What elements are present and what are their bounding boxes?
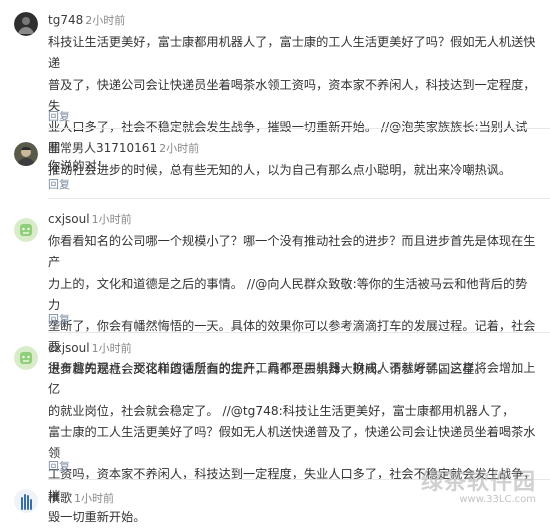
- avatar[interactable]: [14, 218, 38, 242]
- avatar[interactable]: [14, 346, 38, 370]
- comment-line: 富士康的工人生活更美好了吗？假如无人机送快递普及了，快递公司会让快递员坐着喝茶水…: [48, 424, 536, 461]
- username[interactable]: 非常男人31710161: [48, 141, 157, 155]
- timestamp: 2小时前: [159, 142, 200, 155]
- comment-line: 力上的，文化和道德是之后的事情。 //@向人民群众致敬:等你的生活被马云和他背后…: [48, 276, 528, 312]
- reply-button[interactable]: 回复: [48, 311, 70, 327]
- comment-line: 很有趣的观点，那这样的话所有的生产工具都不用机器，换成人不就好了，这样将会增加上…: [48, 361, 536, 397]
- comment-author: cxjsoul 1小时前: [48, 340, 132, 356]
- comment-line: 科技让生活更美好，富士康都用机器人了，富士康的工人生活更美好了吗？假如无人机送快…: [48, 35, 536, 71]
- comment-text: 你说的对！: [48, 156, 536, 177]
- comment-item: tg748 2小时前 科技让生活更美好，富士康都用机器人了，富士康的工人生活更美好…: [0, 0, 550, 177]
- timestamp: 1小时前: [91, 342, 132, 355]
- comment-author: tg748 2小时前: [48, 12, 125, 28]
- username[interactable]: 棋歌: [48, 491, 72, 505]
- username[interactable]: tg748: [48, 13, 83, 27]
- watermark: 绿茶软件园 www.33LC.com: [421, 464, 536, 505]
- comment-item: cxjsoul 1小时前 很有趣的观点，那这样的话所有的生产工具都不用机器，换成人…: [0, 332, 550, 524]
- watermark-logo: 绿茶软件园: [420, 470, 536, 495]
- timestamp: 1小时前: [74, 492, 115, 505]
- comment-line: 你说的对！: [48, 159, 109, 173]
- comment-item: 非常男人31710161 2小时前 你说的对！ 回复: [0, 128, 550, 198]
- comment-author: 非常男人31710161 2小时前: [48, 139, 199, 156]
- comment-line: 你看看知名的公司哪一个规模小了？哪一个没有推动社会的进步？而且进步首先是体现在生…: [48, 234, 536, 270]
- timestamp: 1小时前: [91, 213, 132, 226]
- username[interactable]: cxjsoul: [48, 341, 90, 355]
- comment-line: 的就业岗位，社会就会稳定了。 //@tg748:科技让生活更美好，富士康都用机器…: [48, 403, 515, 418]
- comment-line: 普及了，快递公司会让快递员坐着喝茶水领工资吗，资本家不养闲人，科技达到一定程度，…: [48, 77, 536, 113]
- avatar[interactable]: [14, 142, 38, 166]
- avatar[interactable]: [14, 12, 38, 36]
- timestamp: 2小时前: [85, 14, 126, 27]
- comment-author: cxjsoul 1小时前: [48, 211, 132, 227]
- reply-button[interactable]: 回复: [48, 458, 70, 474]
- comment-author: 棋歌 1小时前: [48, 489, 114, 506]
- avatar[interactable]: [14, 489, 38, 513]
- reply-button[interactable]: 回复: [48, 108, 70, 124]
- comment-item: cxjsoul 1小时前 你看看知名的公司哪一个规模小了？哪一个没有推动社会的进步…: [0, 198, 550, 376]
- reply-button[interactable]: 回复: [48, 176, 70, 192]
- username[interactable]: cxjsoul: [48, 212, 90, 226]
